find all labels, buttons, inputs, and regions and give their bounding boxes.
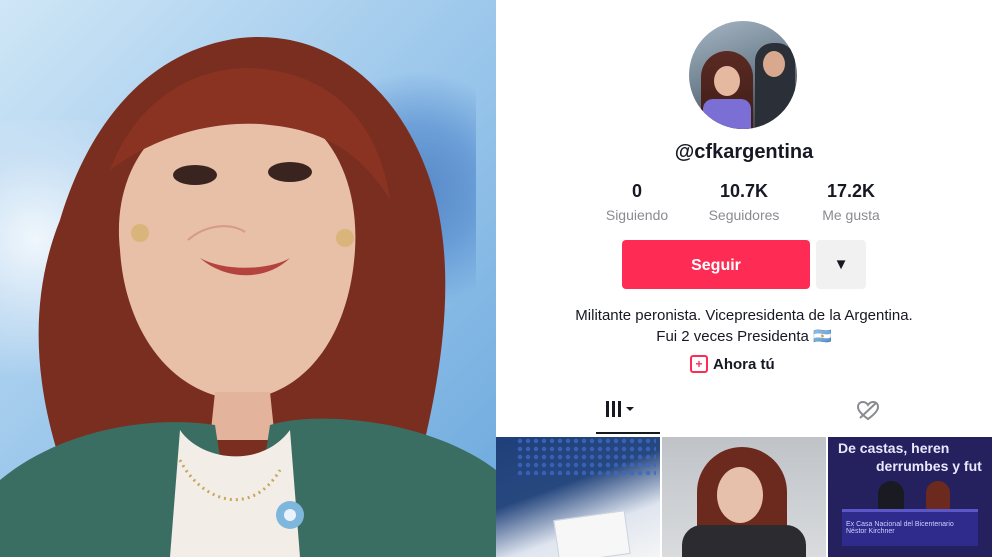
- plus-square-icon: +: [690, 355, 708, 373]
- video-thumbnail-3[interactable]: De castas, heren derrumbes y fut Ex Casa…: [828, 437, 992, 557]
- ahora-tu-link[interactable]: + Ahora tú: [690, 355, 775, 373]
- profile-bio: Militante peronista. Vicepresidenta de l…: [496, 305, 992, 347]
- profile-handle: @cfkargentina: [674, 141, 814, 163]
- tab-liked[interactable]: [856, 400, 880, 427]
- bio-line-1: Militante peronista. Vicepresidenta de l…: [575, 307, 913, 324]
- stat-followers-label: Seguidores: [708, 207, 780, 223]
- stat-likes[interactable]: 17.2K Me gusta: [796, 180, 906, 223]
- video-thumbnail-1[interactable]: [496, 437, 660, 557]
- avatar[interactable]: [689, 21, 797, 129]
- follow-button[interactable]: Seguir: [622, 240, 810, 289]
- stat-likes-value: 17.2K: [826, 181, 876, 201]
- tab-videos[interactable]: [596, 398, 640, 436]
- stat-likes-label: Me gusta: [822, 207, 880, 223]
- video-thumbnail-2[interactable]: [662, 437, 826, 557]
- active-tab-indicator: [596, 432, 660, 434]
- stat-followers-value: 10.7K: [719, 181, 769, 201]
- chevron-down-icon: ▼: [833, 256, 849, 273]
- stat-following-value: 0: [631, 181, 642, 201]
- liked-hidden-icon: [856, 400, 880, 421]
- grid-icon: [606, 401, 634, 417]
- ahora-tu-label: Ahora tú: [713, 355, 775, 373]
- thumbnail-caption: De castas, heren derrumbes y fut: [838, 439, 992, 475]
- stat-followers[interactable]: 10.7K Seguidores: [689, 180, 799, 223]
- portrait-photo: [0, 0, 496, 557]
- stat-following-label: Siguiendo: [605, 207, 669, 223]
- bio-line-2: Fui 2 veces Presidenta 🇦🇷: [656, 328, 832, 345]
- thumbnail-table-text: Ex Casa Nacional del Bicentenario Néstor…: [846, 521, 954, 535]
- thumbnail-caption-line-2: derrumbes y fut: [876, 458, 982, 474]
- stat-following[interactable]: 0 Siguiendo: [582, 180, 692, 223]
- tiktok-profile-panel: @cfkargentina 0 Siguiendo 10.7K Seguidor…: [496, 0, 992, 557]
- thumbnail-caption-line-1: De castas, heren: [838, 440, 950, 456]
- more-options-button[interactable]: ▼: [816, 240, 866, 289]
